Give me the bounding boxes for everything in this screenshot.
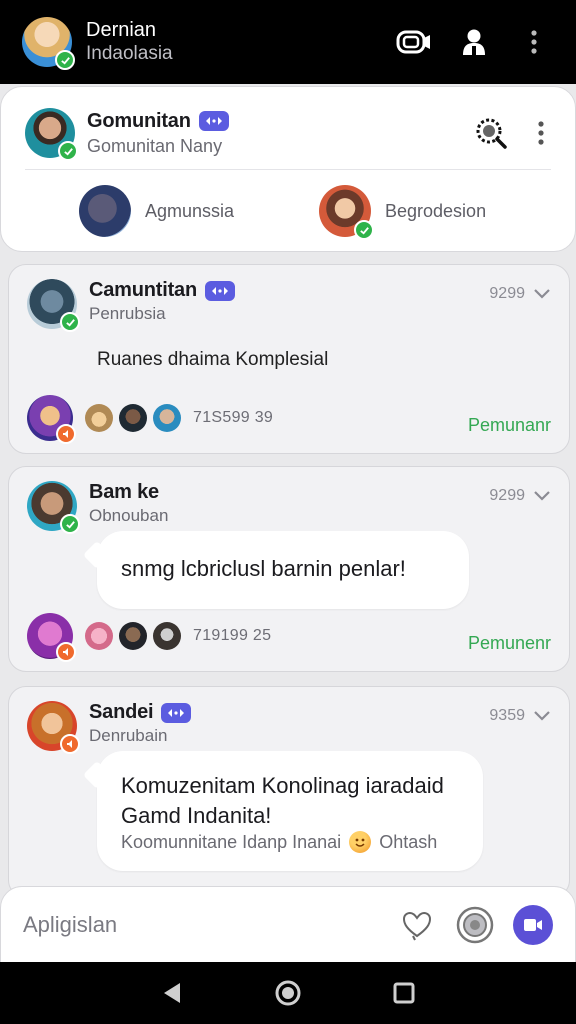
author-name: Sandei <box>89 701 154 723</box>
online-badge-icon <box>60 514 80 534</box>
post-card[interactable]: Camuntitan Penrubsia 9299 Ruanes dhaima … <box>8 264 570 454</box>
post-card[interactable]: Sandei Denrubain 9359 Komuzenitam Konoli… <box>8 686 570 898</box>
message-text: snmg lcbriclusl barnin penlar! <box>121 556 406 581</box>
chevron-down-icon[interactable] <box>533 710 551 722</box>
member-avatar <box>79 185 131 237</box>
heart-icon[interactable] <box>397 905 437 945</box>
home-icon[interactable] <box>258 973 318 1013</box>
online-badge-icon <box>354 220 374 240</box>
profile-avatar[interactable] <box>22 17 75 70</box>
message-text: Komuzenitam Konolinag iaradaid Gamd Inda… <box>121 773 444 828</box>
reactor-avatar <box>85 404 113 432</box>
verified-tag-icon <box>205 280 236 301</box>
video-call-button[interactable] <box>513 905 553 945</box>
camera-switch-icon[interactable] <box>394 22 434 62</box>
post-card[interactable]: Bam ke Obnouban 9299 snmg lcbriclusl bar… <box>8 466 570 672</box>
person-icon[interactable] <box>454 22 494 62</box>
member-avatar <box>319 185 374 240</box>
reactor-avatar <box>119 404 147 432</box>
online-badge-icon <box>58 141 78 161</box>
author-subtitle: Denrubain <box>89 726 168 745</box>
verified-tag-icon <box>161 702 192 723</box>
verified-tag-icon <box>198 111 229 131</box>
author-avatar[interactable] <box>27 481 80 534</box>
chevron-down-icon[interactable] <box>533 288 551 300</box>
reactor-avatar <box>85 622 113 650</box>
member-name: Begrodesion <box>385 200 487 221</box>
community-name: Gomunitan <box>87 109 191 132</box>
reaction-count: 71S599 39 <box>193 409 274 426</box>
reaction-count: 719199 25 <box>193 627 272 644</box>
divider <box>25 169 551 170</box>
more-vert-icon[interactable] <box>531 113 551 153</box>
reactor-avatar <box>27 613 76 662</box>
message-secondary-text: Koomunnitane Idanp Inanai <box>121 831 342 852</box>
community-avatar[interactable] <box>25 108 78 161</box>
reaction-row[interactable]: 71S599 39 <box>27 395 274 444</box>
reactor-avatar <box>27 395 76 444</box>
message-trailing-text: Ohtash <box>379 831 438 852</box>
author-name: Camuntitan <box>89 279 198 301</box>
reactor-avatar <box>119 622 147 650</box>
reactor-avatar <box>153 622 181 650</box>
message-bubble: Komuzenitam Konolinag iaradaid Gamd Inda… <box>97 751 483 871</box>
member-item[interactable]: Agmunssia <box>79 185 234 237</box>
reactor-avatar <box>153 404 181 432</box>
recents-icon[interactable] <box>374 973 434 1013</box>
mute-badge-icon <box>56 424 76 444</box>
mute-badge-icon <box>56 642 76 662</box>
author-name: Bam ke <box>89 481 159 503</box>
author-subtitle: Penrubsia <box>89 304 166 323</box>
author-subtitle: Obnouban <box>89 506 169 525</box>
header-subtitle: Indaolasia <box>86 43 173 64</box>
post-time: 9299 <box>489 487 525 504</box>
post-time: 9299 <box>489 285 525 302</box>
settings-search-icon[interactable] <box>471 113 511 153</box>
community-subtitle: Gomunitan Nany <box>87 135 223 156</box>
author-avatar[interactable] <box>27 279 80 332</box>
message-composer: Apligislan <box>0 886 576 964</box>
member-name: Agmunssia <box>145 200 235 221</box>
back-icon[interactable] <box>142 973 202 1013</box>
post-action-link[interactable]: Pemunenr <box>468 633 551 654</box>
online-badge-icon <box>55 50 75 70</box>
member-item[interactable]: Begrodesion <box>319 185 487 240</box>
community-card[interactable]: Gomunitan Gomunitan Nany Agmunssia Begro… <box>0 86 576 252</box>
top-app-bar: Dernian Indaolasia <box>0 0 576 84</box>
camera-icon[interactable] <box>455 905 495 945</box>
mute-badge-icon <box>60 734 80 754</box>
chevron-down-icon[interactable] <box>533 490 551 502</box>
post-action-link[interactable]: Pemunanr <box>468 415 551 436</box>
message-input[interactable]: Apligislan <box>23 912 379 938</box>
header-title: Dernian <box>86 19 157 41</box>
post-time: 9359 <box>489 707 525 724</box>
system-nav-bar <box>0 962 576 1024</box>
message-bubble: snmg lcbriclusl barnin penlar! <box>97 531 469 609</box>
message-text: Ruanes dhaima Komplesial <box>97 349 329 370</box>
online-badge-icon <box>60 312 80 332</box>
reaction-row[interactable]: 719199 25 <box>27 613 272 662</box>
more-vert-icon[interactable] <box>514 22 554 62</box>
author-avatar[interactable] <box>27 701 80 754</box>
smiley-icon <box>349 831 372 853</box>
